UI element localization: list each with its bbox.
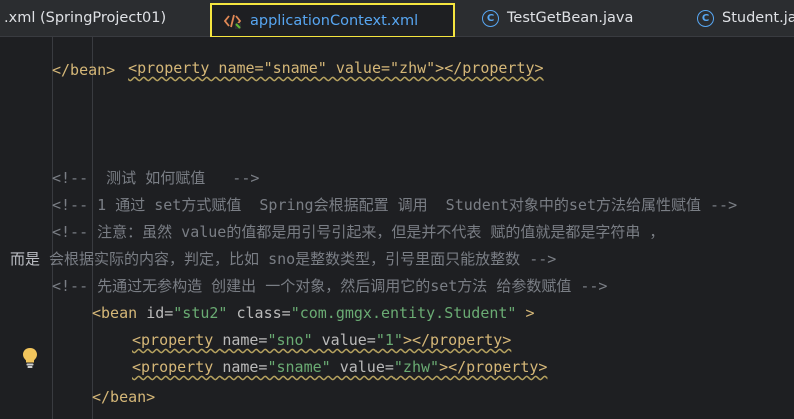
code-text-prefix: 而是 (10, 250, 41, 268)
tab-testgetbean-java[interactable]: C TestGetBean.java (482, 0, 633, 36)
code-line-bean-stu2: <bean id="stu2" class="com.gmgx.entity.S… (92, 304, 535, 322)
tab-label: TestGetBean.java (507, 10, 634, 26)
tab-springproject-xml[interactable]: .xml (SpringProject01) (4, 0, 166, 36)
tab-student-java[interactable]: C Student.ja (697, 0, 794, 36)
code-line-comment-construct: <!-- 先通过无参构造 创建出 一个对象，然后调用它的set方法 给参数赋值 … (52, 277, 608, 295)
code-line-comment-test: <!-- 测试 如何赋值 --> (52, 169, 260, 187)
tab-label: applicationContext.xml (250, 12, 419, 29)
code-line-property-sno: <property name="sno" value="1"></propert… (132, 331, 512, 349)
tab-label: .xml (SpringProject01) (4, 10, 167, 26)
code-line-property-sname-partial: <property name="sname" value="zhw"></pro… (128, 59, 544, 77)
lightbulb-icon[interactable] (22, 347, 38, 369)
xml-file-icon (224, 13, 242, 29)
editor-tab-bar: .xml (SpringProject01) applicationContex… (0, 0, 794, 38)
code-line-bean-close-2: </bean> (92, 388, 156, 406)
code-line-comment-set-method: <!-- 1 通过 set方式赋值 Spring会根据配置 调用 Student… (52, 196, 738, 214)
code-line-comment-judge: 而是 会根据实际的内容，判定，比如 sno是整数类型，引号里面只能放整数 --> (10, 246, 556, 273)
tab-applicationcontext-xml[interactable]: applicationContext.xml (210, 3, 455, 38)
code-line-comment-note: <!-- 注意：虽然 value的值都是用引号引起来，但是并不代表 赋的值就是都… (52, 223, 665, 241)
code-editor[interactable]: <property name="sname" value="zhw"></pro… (0, 37, 794, 419)
java-class-icon: C (482, 9, 499, 27)
code-text: 会根据实际的内容，判定，比如 sno是整数类型，引号里面只能放整数 --> (40, 250, 557, 268)
tab-label: Student.ja (722, 10, 794, 26)
code-line-property-sname: <property name="sname" value="zhw"></pro… (132, 358, 548, 376)
code-line-bean-close: </bean> (52, 61, 116, 79)
java-class-icon: C (697, 9, 714, 27)
